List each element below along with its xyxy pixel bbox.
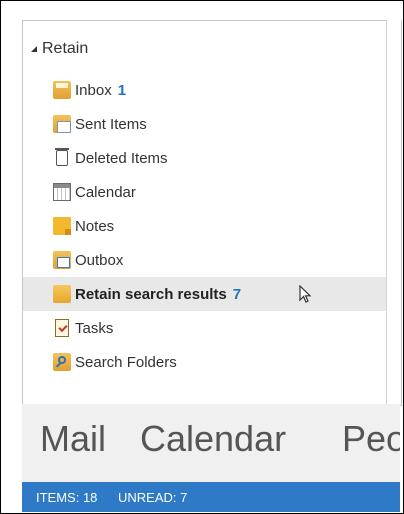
folder-label: Retain search results (75, 285, 227, 303)
folder-item-outbox[interactable]: Outbox (23, 243, 401, 277)
reading-pane-edge (386, 20, 401, 404)
outbox-icon (53, 251, 71, 269)
search-folders-icon (53, 353, 71, 371)
tree-header-retain[interactable]: Retain (31, 37, 88, 61)
deleted-items-icon (55, 148, 69, 166)
folder-label: Deleted Items (75, 149, 168, 167)
status-unread-count: UNREAD: 7 (118, 490, 188, 505)
nav-mail[interactable]: Mail (40, 418, 106, 460)
status-bar: ITEMS: 18 UNREAD: 7 (22, 482, 400, 512)
folder-label: Sent Items (75, 115, 147, 133)
folder-item-tasks[interactable]: Tasks (23, 311, 401, 345)
nav-calendar[interactable]: Calendar (140, 418, 286, 460)
folder-label: Outbox (75, 251, 124, 269)
folder-pane: Retain Inbox 1 Sent Items Deleted Items … (22, 20, 402, 406)
notes-icon (53, 217, 71, 235)
expand-triangle-icon[interactable] (31, 46, 37, 52)
unread-count: 1 (117, 81, 127, 99)
folder-item-deleted-items[interactable]: Deleted Items (23, 141, 401, 175)
module-nav-bar: Mail Calendar Peo (22, 404, 400, 482)
tree-header-label: Retain (42, 40, 89, 57)
retain-search-results-icon (53, 285, 71, 303)
folder-label: Notes (75, 217, 115, 235)
folder-item-retain-search-results[interactable]: Retain search results 7 (23, 277, 401, 311)
status-items-count: ITEMS: 18 (36, 490, 98, 505)
folder-label: Inbox (75, 81, 112, 99)
nav-people[interactable]: Peo (342, 418, 400, 460)
unread-count: 7 (232, 285, 242, 303)
calendar-icon (53, 183, 71, 201)
folder-item-notes[interactable]: Notes (23, 209, 401, 243)
mouse-cursor-icon (299, 285, 312, 303)
folder-item-inbox[interactable]: Inbox 1 (23, 73, 401, 107)
folder-list: Inbox 1 Sent Items Deleted Items Calenda… (23, 73, 401, 379)
inbox-icon (53, 81, 71, 99)
folder-label: Tasks (75, 319, 114, 337)
folder-item-sent-items[interactable]: Sent Items (23, 107, 401, 141)
folder-item-search-folders[interactable]: Search Folders (23, 345, 401, 379)
folder-item-calendar[interactable]: Calendar (23, 175, 401, 209)
folder-label: Search Folders (75, 353, 177, 371)
sent-items-icon (53, 115, 71, 133)
folder-label: Calendar (75, 183, 136, 201)
tasks-icon (55, 319, 69, 337)
